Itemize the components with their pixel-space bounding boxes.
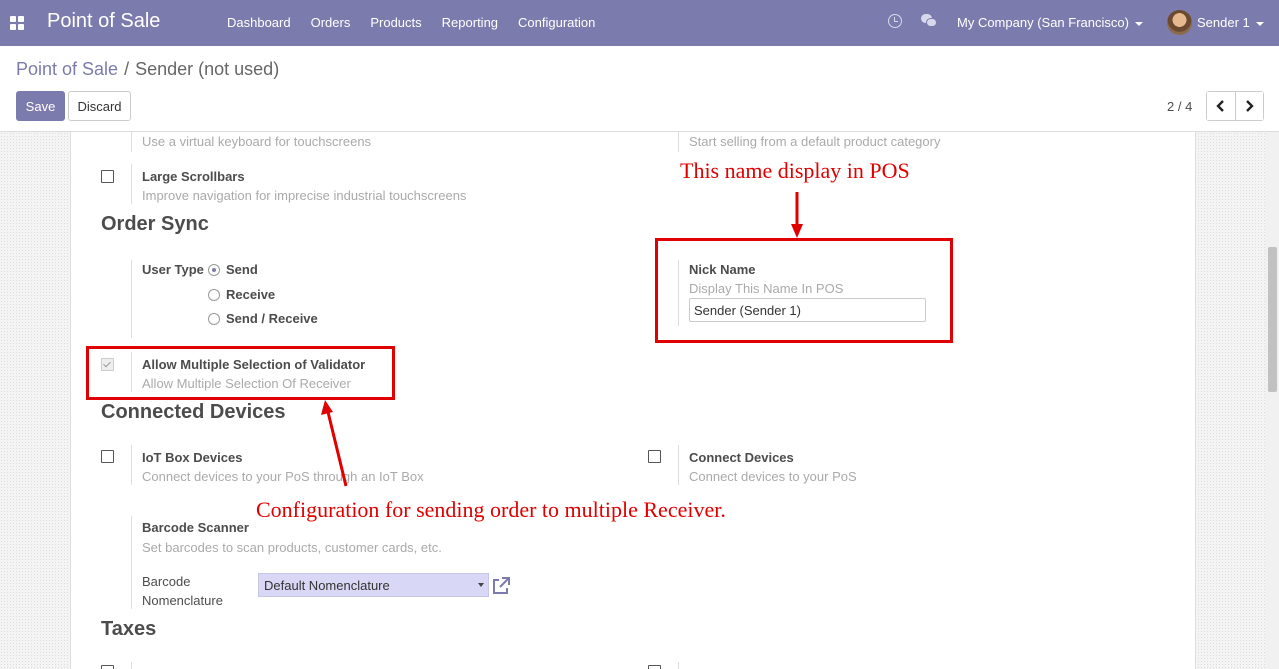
large-scrollbars-checkbox[interactable] bbox=[101, 170, 114, 183]
messaging-icon[interactable] bbox=[921, 14, 937, 28]
setting-divider bbox=[131, 445, 132, 485]
external-link-icon[interactable] bbox=[491, 576, 511, 596]
annotation-box-nickname bbox=[655, 238, 953, 343]
user-type-receive-label[interactable]: Receive bbox=[226, 287, 275, 302]
large-scrollbars-help: Improve navigation for imprecise industr… bbox=[142, 188, 467, 203]
save-button[interactable]: Save bbox=[16, 91, 65, 121]
dropdown-caret-icon bbox=[478, 583, 484, 587]
setting-divider bbox=[131, 132, 132, 152]
annotation-text-top: This name display in POS bbox=[680, 158, 910, 183]
order-sync-title: Order Sync bbox=[101, 213, 209, 235]
form-view-area: Use a virtual keyboard for touchscreens … bbox=[0, 132, 1279, 669]
page-scrollbar[interactable] bbox=[1265, 132, 1279, 669]
taxes-checkbox[interactable] bbox=[101, 665, 114, 669]
barcode-scanner-help: Set barcodes to scan products, customer … bbox=[142, 540, 442, 555]
pager-previous-button[interactable] bbox=[1207, 92, 1235, 120]
app-name[interactable]: Point of Sale bbox=[47, 10, 160, 33]
barcode-nomenclature-value: Default Nomenclature bbox=[264, 578, 390, 593]
setting-divider bbox=[678, 132, 679, 152]
menu-item-reporting[interactable]: Reporting bbox=[442, 15, 498, 30]
chevron-right-icon bbox=[1246, 100, 1254, 112]
annotation-box-multi-validator bbox=[86, 346, 395, 400]
iot-box-label: IoT Box Devices bbox=[142, 450, 243, 465]
menu-item-configuration[interactable]: Configuration bbox=[518, 15, 595, 30]
activity-clock-icon[interactable] bbox=[888, 14, 902, 28]
virtual-keyboard-help: Use a virtual keyboard for touchscreens bbox=[142, 134, 372, 149]
connect-devices-help: Connect devices to your PoS bbox=[689, 469, 857, 484]
breadcrumb-parent[interactable]: Point of Sale bbox=[16, 59, 118, 79]
iot-box-checkbox[interactable] bbox=[101, 450, 114, 463]
large-scrollbars-label: Large Scrollbars bbox=[142, 169, 245, 184]
barcode-nomenclature-select[interactable]: Default Nomenclature bbox=[258, 573, 489, 597]
nomenclature-label-line1: Barcode bbox=[142, 574, 191, 589]
setting-divider bbox=[131, 516, 132, 609]
company-switcher[interactable]: My Company (San Francisco) bbox=[957, 15, 1143, 30]
user-avatar[interactable] bbox=[1167, 10, 1192, 35]
discard-button[interactable]: Discard bbox=[68, 91, 131, 121]
menu-item-products[interactable]: Products bbox=[370, 15, 421, 30]
user-menu[interactable]: Sender 1 bbox=[1197, 15, 1264, 30]
annotation-text-bottom: Configuration for sending order to multi… bbox=[256, 497, 726, 522]
top-navbar: Point of Sale Dashboard Orders Products … bbox=[0, 0, 1279, 46]
scrollbar-thumb[interactable] bbox=[1268, 247, 1277, 392]
chevron-left-icon bbox=[1216, 100, 1224, 112]
connected-devices-title: Connected Devices bbox=[101, 401, 286, 423]
taxes-title: Taxes bbox=[101, 618, 157, 640]
user-type-send-receive-radio[interactable] bbox=[208, 313, 220, 325]
setting-divider bbox=[131, 164, 132, 204]
default-category-help: Start selling from a default product cat… bbox=[689, 134, 941, 149]
user-type-send-radio[interactable] bbox=[208, 264, 220, 276]
barcode-scanner-label: Barcode Scanner bbox=[142, 520, 249, 535]
connect-devices-label: Connect Devices bbox=[689, 450, 794, 465]
apps-menu-icon[interactable] bbox=[10, 16, 24, 30]
setting-divider bbox=[131, 662, 132, 669]
user-name: Sender 1 bbox=[1197, 15, 1250, 30]
company-name: My Company (San Francisco) bbox=[957, 15, 1129, 30]
chevron-down-icon bbox=[1134, 21, 1143, 26]
user-type-receive-radio[interactable] bbox=[208, 289, 220, 301]
pager-next-button[interactable] bbox=[1234, 92, 1263, 120]
main-menu: Dashboard Orders Products Reporting Conf… bbox=[227, 15, 615, 30]
setting-divider bbox=[678, 662, 679, 669]
breadcrumb-separator: / bbox=[124, 59, 130, 79]
breadcrumb: Point of Sale / Sender (not used) bbox=[16, 59, 279, 80]
iot-box-help: Connect devices to your PoS through an I… bbox=[142, 469, 424, 484]
chevron-down-icon bbox=[1255, 21, 1264, 26]
menu-item-orders[interactable]: Orders bbox=[311, 15, 351, 30]
breadcrumb-current: Sender (not used) bbox=[135, 59, 280, 79]
user-type-label: User Type bbox=[142, 262, 204, 277]
control-panel: Point of Sale / Sender (not used) Save Dis… bbox=[0, 46, 1279, 132]
nomenclature-label-line2: Nomenclature bbox=[142, 593, 223, 608]
user-type-send-receive-label[interactable]: Send / Receive bbox=[226, 311, 318, 326]
user-type-send-label[interactable]: Send bbox=[226, 262, 258, 277]
pager-value[interactable]: 2 / 4 bbox=[1167, 99, 1192, 114]
setting-divider bbox=[131, 260, 132, 338]
menu-item-dashboard[interactable]: Dashboard bbox=[227, 15, 291, 30]
setting-divider bbox=[678, 445, 679, 485]
connect-devices-checkbox[interactable] bbox=[648, 450, 661, 463]
pager-buttons bbox=[1206, 91, 1264, 121]
taxes-checkbox-right[interactable] bbox=[648, 665, 661, 669]
